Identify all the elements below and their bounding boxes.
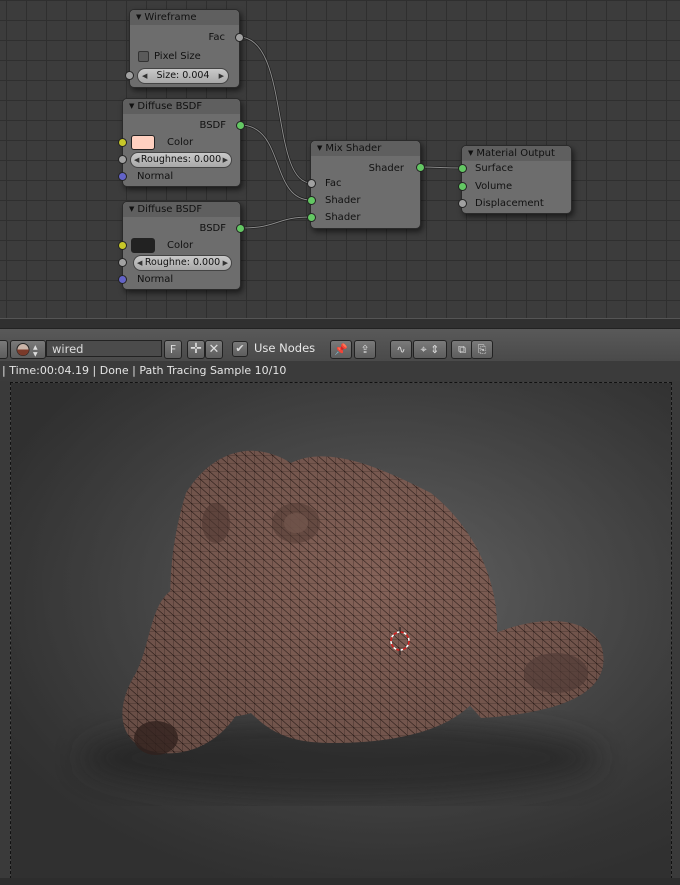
collapse-triangle-icon[interactable]: ▼ <box>129 202 134 217</box>
roughness-field[interactable]: ◀ Roughnes: 0.000 ▶ <box>130 152 232 168</box>
node-header[interactable]: ▼ Diffuse BSDF <box>123 99 240 114</box>
collapse-triangle-icon[interactable]: ▼ <box>468 146 473 161</box>
socket-wireframe-fac-out[interactable] <box>235 33 244 42</box>
bottom-border <box>0 878 680 885</box>
node-header[interactable]: ▼ Material Output <box>462 146 571 161</box>
socket-diffuse1-roughness-in[interactable] <box>118 155 127 164</box>
link-wireframe-fac <box>238 35 312 185</box>
pixel-size-label: Pixel Size <box>154 51 201 62</box>
socket-diffuse2-bsdf-out[interactable] <box>236 224 245 233</box>
node-title: Diffuse BSDF <box>137 101 203 112</box>
rendered-monkey-image <box>11 383 671 878</box>
size-field[interactable]: ◀ Size: 0.004 ▶ <box>137 68 229 84</box>
node-mix-shader[interactable]: ▼ Mix Shader Shader Fac Shader Shader <box>310 140 421 229</box>
socket-diffuse1-normal-in[interactable] <box>118 172 127 181</box>
roughness-value: Roughnes: 0.000 <box>140 154 222 165</box>
input-shader-label: Shader <box>325 195 361 206</box>
input-volume-label: Volume <box>475 181 513 192</box>
color-swatch[interactable] <box>131 135 155 150</box>
output-shader-label: Shader <box>368 163 404 174</box>
collapse-triangle-icon[interactable]: ▼ <box>317 141 322 156</box>
roughness-value: Roughne: 0.000 <box>144 257 221 268</box>
decrement-arrow-icon[interactable]: ◀ <box>142 69 147 83</box>
link-diffuse1-shader <box>239 123 312 202</box>
input-fac-label: Fac <box>325 178 342 189</box>
input-shader-label: Shader <box>325 212 361 223</box>
increment-arrow-icon[interactable]: ▶ <box>219 69 224 83</box>
node-title: Material Output <box>476 148 555 159</box>
use-nodes-label: Use Nodes <box>254 341 316 355</box>
normal-label: Normal <box>137 274 174 285</box>
node-title: Mix Shader <box>325 143 382 154</box>
material-sphere-icon: ▲ ▼ <box>16 343 38 358</box>
decrement-arrow-icon[interactable]: ◀ <box>134 153 139 167</box>
pin-icon[interactable]: 📌 <box>330 340 352 359</box>
add-icon[interactable]: ✛ <box>187 340 205 359</box>
node-material-output[interactable]: ▼ Material Output Surface Volume Displace… <box>461 145 572 214</box>
socket-diffuse2-roughness-in[interactable] <box>118 258 127 267</box>
output-fac-label: Fac <box>208 32 225 43</box>
node-title: Wireframe <box>144 12 197 23</box>
parent-node-tree-icon[interactable]: ⇪ <box>354 340 376 359</box>
node-wireframe[interactable]: ▼ Wireframe Fac Pixel Size ◀ Size: 0.004 … <box>129 9 240 88</box>
fake-user-button[interactable]: F <box>164 340 182 359</box>
socket-diffuse2-color-in[interactable] <box>118 241 127 250</box>
monkey-mesh <box>11 383 671 878</box>
socket-output-displacement-in[interactable] <box>458 199 467 208</box>
material-name-field[interactable]: wired <box>46 340 162 357</box>
collapse-triangle-icon[interactable]: ▼ <box>129 99 134 114</box>
input-surface-label: Surface <box>475 163 514 174</box>
use-nodes-checkbox[interactable]: ✔ <box>232 341 248 357</box>
color-swatch[interactable] <box>131 238 155 253</box>
render-result-view <box>10 382 672 879</box>
svg-text:▲: ▲ <box>33 344 38 351</box>
pixel-size-checkbox[interactable] <box>138 51 149 62</box>
node-editor[interactable]: ▼ Wireframe Fac Pixel Size ◀ Size: 0.004 … <box>0 0 680 318</box>
increment-arrow-icon[interactable]: ▶ <box>223 256 228 270</box>
socket-mix-shader1-in[interactable] <box>307 196 316 205</box>
input-displacement-label: Displacement <box>475 198 544 209</box>
svg-text:▼: ▼ <box>33 351 38 358</box>
snap-link-icon[interactable]: ∿ <box>390 340 412 359</box>
node-title: Diffuse BSDF <box>137 204 203 215</box>
socket-diffuse2-normal-in[interactable] <box>118 275 127 284</box>
output-bsdf-label: BSDF <box>199 223 226 234</box>
size-value: Size: 0.004 <box>156 70 210 81</box>
copy-nodes-icon[interactable]: ⧉ <box>451 340 473 359</box>
node-diffuse-bsdf-1[interactable]: ▼ Diffuse BSDF BSDF Color ◀ Roughnes: 0.0… <box>122 98 241 187</box>
render-status-text: | Time:00:04.19 | Done | Path Tracing Sa… <box>0 361 680 381</box>
socket-mix-shader2-in[interactable] <box>307 213 316 222</box>
snap-element-dropdown[interactable]: ⌖ ⇕ <box>413 340 447 359</box>
color-label: Color <box>167 137 194 148</box>
increment-arrow-icon[interactable]: ▶ <box>223 153 228 167</box>
socket-mix-fac-in[interactable] <box>307 179 316 188</box>
socket-output-volume-in[interactable] <box>458 182 467 191</box>
output-bsdf-label: BSDF <box>199 120 226 131</box>
close-icon[interactable]: ✕ <box>205 340 223 359</box>
node-header[interactable]: ▼ Wireframe <box>130 10 239 25</box>
paste-nodes-icon[interactable]: ⎘ <box>471 340 493 359</box>
socket-wireframe-size-in[interactable] <box>125 71 134 80</box>
node-editor-header: ▲ ▼ wired F ✛ ✕ ✔ Use Nodes 📌 ⇪ ∿ ⌖ ⇕ ⧉ … <box>0 328 680 362</box>
node-diffuse-bsdf-2[interactable]: ▼ Diffuse BSDF BSDF Color ◀ Roughne: 0.00… <box>122 201 241 290</box>
color-label: Color <box>167 240 194 251</box>
normal-label: Normal <box>137 171 174 182</box>
collapse-triangle-icon[interactable]: ▼ <box>136 10 141 25</box>
node-header[interactable]: ▼ Diffuse BSDF <box>123 202 240 217</box>
editor-type-button[interactable] <box>0 340 8 359</box>
roughness-field[interactable]: ◀ Roughne: 0.000 ▶ <box>133 255 232 271</box>
node-header[interactable]: ▼ Mix Shader <box>311 141 420 156</box>
material-browse-button[interactable]: ▲ ▼ <box>10 340 46 359</box>
socket-diffuse1-color-in[interactable] <box>118 138 127 147</box>
socket-output-surface-in[interactable] <box>458 164 467 173</box>
socket-mix-shader-out[interactable] <box>416 163 425 172</box>
socket-diffuse1-bsdf-out[interactable] <box>236 121 245 130</box>
decrement-arrow-icon[interactable]: ◀ <box>137 256 142 270</box>
